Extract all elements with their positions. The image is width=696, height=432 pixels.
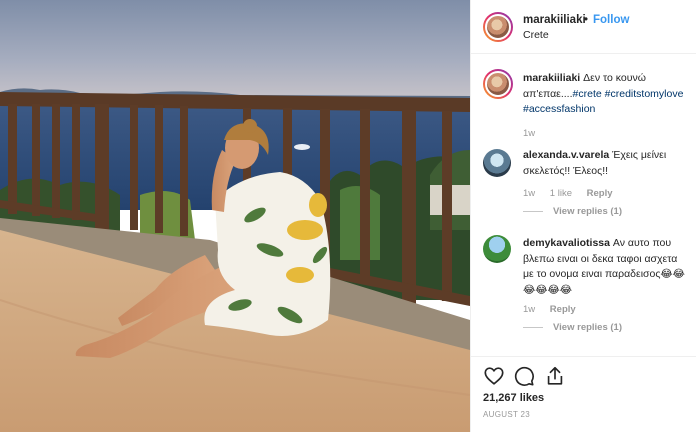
photo-scene	[0, 0, 470, 432]
post-actions: 21,267 likes AUGUST 23	[471, 356, 696, 432]
comment-time: 1w	[523, 304, 536, 315]
post-date: AUGUST 23	[483, 410, 531, 419]
hashtag-link[interactable]: #creditstomylove	[605, 88, 684, 100]
share-icon[interactable]	[544, 365, 566, 387]
comment-username[interactable]: alexanda.v.varela	[523, 149, 609, 161]
comment-meta: 1w Reply	[523, 304, 588, 315]
comment-likes[interactable]: 1 like	[550, 188, 572, 199]
avatar[interactable]	[483, 12, 513, 42]
header-separator: •	[584, 14, 589, 26]
caption-time: 1w	[523, 128, 536, 139]
caption-meta: 1w	[523, 128, 547, 139]
caption: marakiiliaki Δεν το κουνώ απ'επαε....#cr…	[523, 71, 689, 118]
post-sidebar: marakiiliaki • Follow Crete marakiiliaki…	[470, 0, 696, 432]
hashtag-link[interactable]: #accessfashion	[523, 103, 595, 115]
comment-time: 1w	[523, 188, 536, 199]
heart-icon[interactable]	[483, 365, 505, 387]
post-photo[interactable]	[0, 0, 470, 432]
comment-avatar[interactable]	[483, 235, 511, 263]
header-username[interactable]: marakiiliaki	[523, 14, 586, 26]
comment-username[interactable]: demykavaliotissa	[523, 237, 610, 249]
comment-avatar[interactable]	[483, 149, 511, 177]
like-count[interactable]: 21,267 likes	[483, 392, 544, 404]
location-link[interactable]: Crete	[523, 29, 549, 41]
reply-button[interactable]: Reply	[550, 304, 576, 315]
post-header: marakiiliaki • Follow Crete	[471, 0, 696, 54]
hashtag-link[interactable]: #crete	[573, 88, 602, 100]
view-replies-button[interactable]: View replies (1)	[523, 322, 622, 333]
caption-username[interactable]: marakiiliaki	[523, 72, 580, 84]
comments-list[interactable]: marakiiliaki Δεν το κουνώ απ'επαε....#cr…	[471, 55, 696, 355]
caption-avatar[interactable]	[483, 69, 513, 99]
reply-button[interactable]: Reply	[587, 188, 613, 199]
follow-button[interactable]: Follow	[593, 14, 629, 26]
comment: demykavaliotissa Αν αυτο που βλεπω ειναι…	[523, 236, 689, 298]
comment-meta: 1w 1 like Reply	[523, 188, 625, 199]
comment-icon[interactable]	[513, 365, 535, 387]
comment: alexanda.v.varela Έχεις μείνει σκελετός!…	[523, 148, 689, 179]
view-replies-button[interactable]: View replies (1)	[523, 206, 622, 217]
